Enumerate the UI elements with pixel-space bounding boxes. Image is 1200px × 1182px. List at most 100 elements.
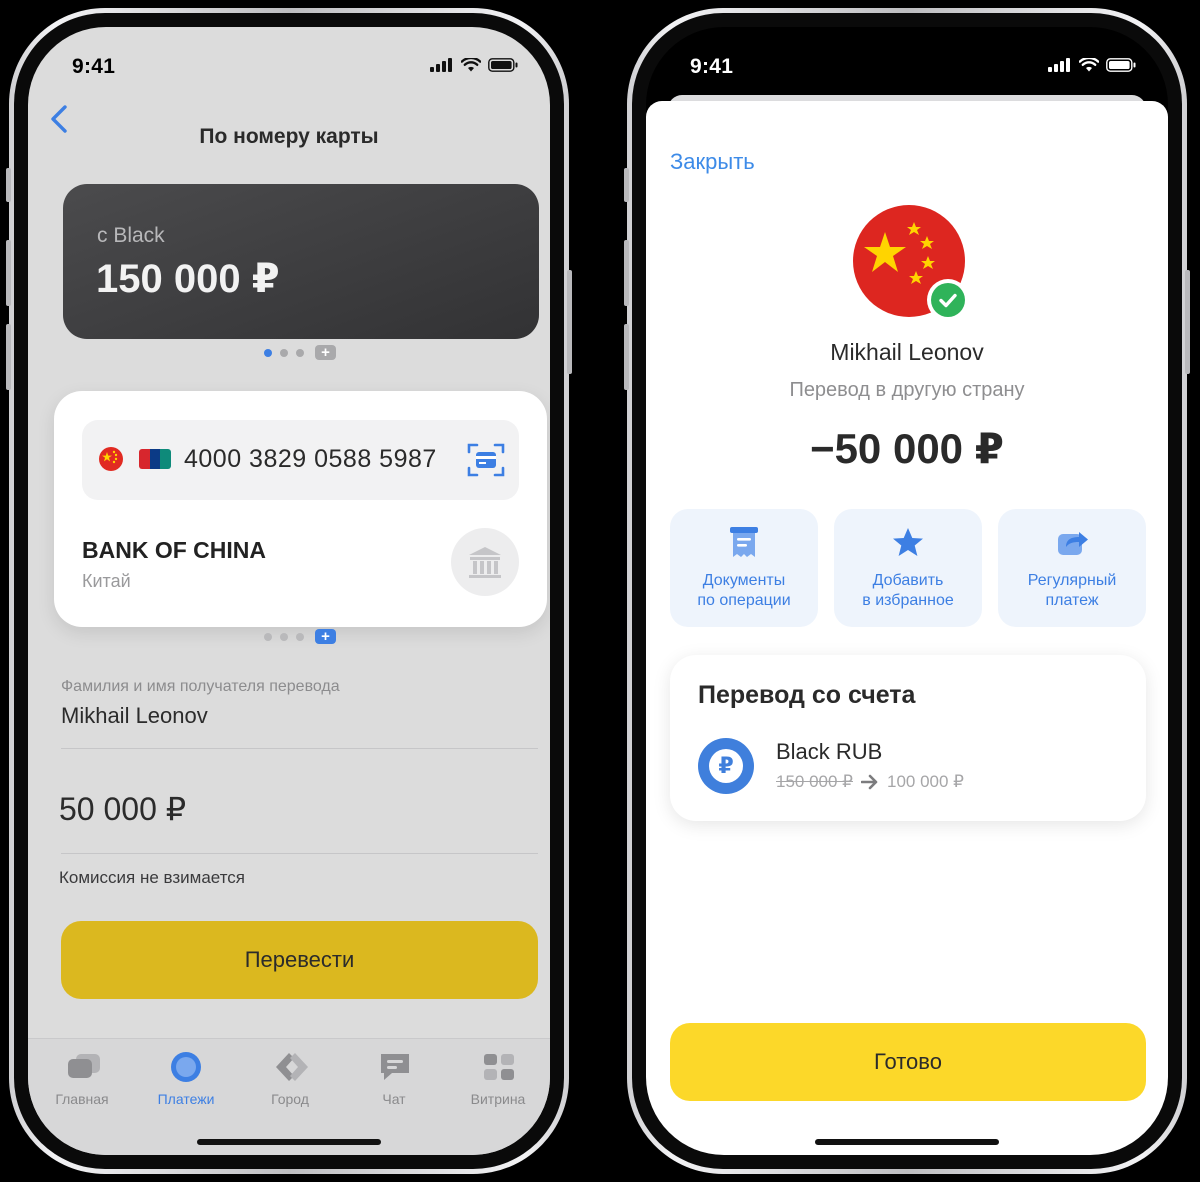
volume-up-button	[6, 240, 11, 306]
mute-switch	[6, 168, 11, 202]
page-title: По номеру карты	[199, 125, 379, 148]
phone-frame-left: 9:41 По номеру карты с Black 150 000 ₽ +…	[6, 8, 572, 1174]
divider	[61, 748, 538, 749]
recurring-payment-button[interactable]: Регулярный платеж	[998, 509, 1146, 627]
star-icon	[893, 528, 923, 556]
action-label-line1: Документы	[702, 572, 786, 589]
signal-icon	[1048, 58, 1070, 72]
ruble-symbol: ₽	[709, 749, 743, 783]
tab-payments[interactable]: Платежи	[134, 1051, 238, 1107]
tab-label: Главная	[55, 1091, 109, 1107]
pager-dot	[264, 632, 272, 641]
tab-showcase[interactable]: Витрина	[446, 1051, 550, 1107]
recipient-name-label: Фамилия и имя получателя перевода	[61, 678, 340, 695]
tab-home[interactable]: Главная	[30, 1051, 134, 1107]
commission-note: Комиссия не взимается	[59, 868, 245, 887]
balance-after: 100 000 ₽	[887, 772, 964, 791]
action-label-line1: Регулярный	[1027, 572, 1117, 589]
status-bar: 9:41	[28, 27, 550, 87]
china-flag-icon	[99, 447, 123, 471]
action-label-line2: по операции	[697, 592, 791, 609]
documents-button[interactable]: Документы по операции	[670, 509, 818, 627]
phone-frame-right: 9:41 Закрыть Mikhail Leonov Перевод в др…	[624, 8, 1190, 1174]
home-icon	[66, 1051, 100, 1083]
tab-city[interactable]: Город	[238, 1051, 342, 1107]
source-card-label: с Black	[97, 224, 165, 247]
arrow-right-icon	[861, 774, 878, 790]
wifi-icon	[1079, 58, 1099, 72]
tab-label: Чат	[382, 1091, 406, 1107]
pager-dot	[280, 348, 288, 357]
status-icons	[1048, 58, 1136, 72]
pager-dot	[296, 348, 304, 357]
success-check-icon	[927, 279, 969, 321]
add-favorite-button[interactable]: Добавить в избранное	[834, 509, 982, 627]
side-button	[567, 270, 572, 374]
action-label-line1: Добавить	[872, 572, 944, 589]
tab-label: Платежи	[157, 1091, 215, 1107]
pager-dot	[280, 632, 288, 641]
bank-name: BANK OF CHINA	[82, 537, 266, 563]
account-name: Black RUB	[776, 739, 883, 764]
source-card[interactable]: с Black 150 000 ₽	[63, 184, 539, 339]
screen-card-transfer: 9:41 По номеру карты с Black 150 000 ₽ +…	[28, 27, 550, 1155]
action-label: Регулярный платеж	[998, 571, 1146, 611]
document-icon	[730, 527, 758, 557]
tab-label: Город	[271, 1091, 309, 1107]
showcase-icon	[482, 1051, 514, 1083]
wifi-icon	[461, 58, 481, 72]
action-label-line2: платеж	[1045, 592, 1099, 609]
card-number-value: 4000 3829 0588 5987	[184, 445, 437, 473]
operation-amount: −50 000 ₽	[810, 425, 1004, 472]
payments-icon	[170, 1051, 202, 1083]
action-label: Добавить в избранное	[834, 571, 982, 611]
operation-type: Перевод в другую страну	[789, 379, 1025, 401]
ruble-icon: ₽	[698, 738, 754, 794]
add-recipient-icon[interactable]: +	[315, 629, 336, 644]
city-icon	[274, 1051, 308, 1083]
home-indicator[interactable]	[815, 1139, 999, 1145]
bank-country: Китай	[82, 571, 131, 591]
add-card-icon[interactable]: +	[315, 345, 336, 360]
recipient-name-field[interactable]: Mikhail Leonov	[61, 703, 208, 729]
source-card-pager[interactable]: +	[264, 345, 336, 360]
transfer-button[interactable]: Перевести	[61, 921, 538, 999]
screen-transfer-success: 9:41 Закрыть Mikhail Leonov Перевод в др…	[646, 27, 1168, 1155]
battery-icon	[1106, 58, 1136, 72]
scan-card-icon[interactable]	[467, 442, 505, 478]
done-button[interactable]: Готово	[670, 1023, 1146, 1101]
status-bar: 9:41	[646, 27, 1168, 87]
unionpay-logo-icon	[139, 449, 171, 469]
bank-icon	[451, 528, 519, 596]
card-number-field[interactable]: 4000 3829 0588 5987	[82, 420, 519, 500]
recipient-card-pager[interactable]: +	[264, 629, 336, 644]
side-button	[1185, 270, 1190, 374]
balance-before: 150 000 ₽	[776, 772, 853, 791]
status-icons	[430, 58, 518, 72]
tab-chat[interactable]: Чат	[342, 1051, 446, 1107]
pager-dot	[296, 632, 304, 641]
balance-change: 150 000 ₽ 100 000 ₽	[776, 772, 964, 792]
divider	[61, 853, 538, 854]
status-time: 9:41	[72, 55, 116, 78]
result-sheet: Закрыть Mikhail Leonov Перевод в другую …	[646, 101, 1168, 1155]
tab-bar: Главная Платежи Город Чат Витрина	[28, 1038, 550, 1155]
close-link[interactable]: Закрыть	[670, 149, 755, 175]
source-account-card[interactable]: Перевод со счета ₽ Black RUB 150 000 ₽ 1…	[670, 655, 1146, 821]
chat-icon	[378, 1051, 410, 1083]
recipient-card[interactable]: 4000 3829 0588 5987 BANK OF CHINA Китай	[54, 391, 547, 627]
recipient-name: Mikhail Leonov	[830, 339, 984, 365]
volume-up-button	[624, 240, 629, 306]
tab-label: Витрина	[470, 1091, 526, 1107]
amount-field[interactable]: 50 000 ₽	[59, 790, 186, 828]
status-time: 9:41	[690, 55, 734, 78]
battery-icon	[488, 58, 518, 72]
signal-icon	[430, 58, 452, 72]
repeat-icon	[1058, 532, 1088, 555]
home-indicator[interactable]	[197, 1139, 381, 1145]
mute-switch	[624, 168, 629, 202]
action-label: Документы по операции	[670, 571, 818, 611]
action-label-line2: в избранное	[862, 592, 954, 609]
volume-down-button	[6, 324, 11, 390]
source-account-title: Перевод со счета	[698, 681, 916, 709]
